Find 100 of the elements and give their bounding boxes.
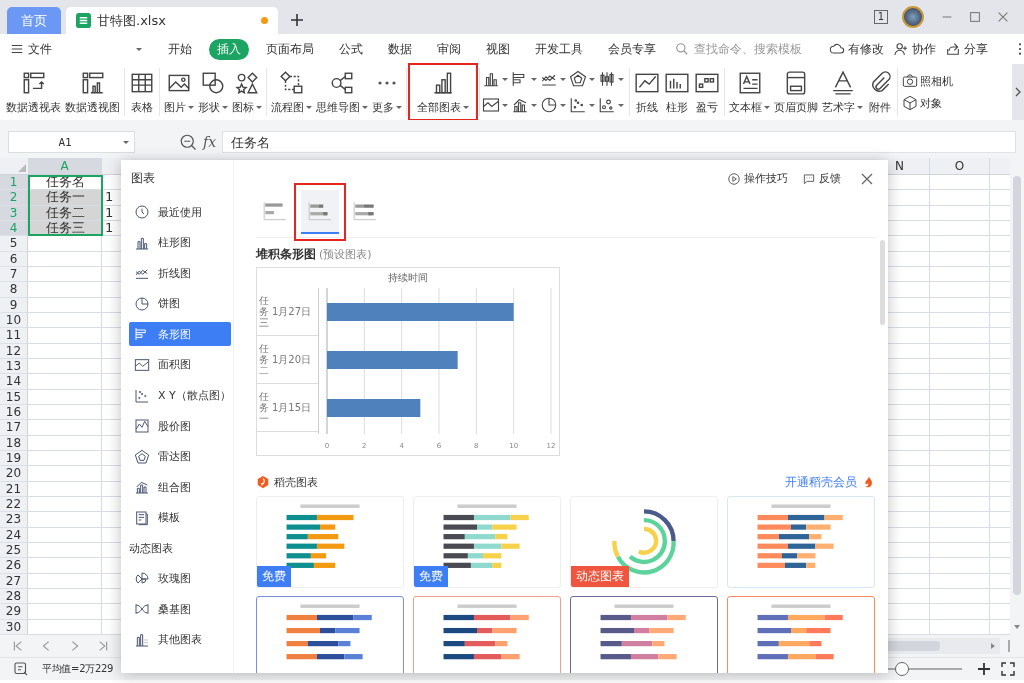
row-header[interactable]: 5 xyxy=(0,236,28,252)
search-field[interactable]: 查找命令、搜索模板 xyxy=(675,41,820,57)
template-chart-icon xyxy=(134,509,150,526)
ribbon-tab[interactable]: 审阅 xyxy=(429,38,469,60)
chart-category[interactable]: 雷达图 xyxy=(129,444,231,469)
ribbon-button[interactable]: 数据透视图 xyxy=(63,64,122,120)
category-group-label: 任务二 xyxy=(259,343,269,376)
row-header[interactable]: 29 xyxy=(0,604,28,620)
combo-chart-icon xyxy=(511,96,529,114)
ribbon-button[interactable]: 照相机 xyxy=(902,73,953,89)
split-handle[interactable] xyxy=(1008,640,1010,652)
ribbon-button[interactable]: 折线 xyxy=(632,64,662,120)
table-cell-text: 1 xyxy=(104,190,115,205)
ribbon-button[interactable]: 柱形 xyxy=(662,64,692,120)
ribbon-button[interactable]: 盈亏 xyxy=(692,64,722,120)
template-badge: 免费 xyxy=(257,566,291,587)
ribbon-button[interactable]: 图片 xyxy=(162,64,196,120)
toolbar-action[interactable]: 协作 xyxy=(893,40,936,58)
chart-category[interactable]: 柱形图 xyxy=(129,230,231,255)
chart-category[interactable]: 股价图 xyxy=(129,414,231,439)
dialog-scrollbar[interactable] xyxy=(880,240,885,325)
chart-category[interactable]: 条形图 xyxy=(129,322,231,347)
chart-category[interactable]: 面积图 xyxy=(129,352,231,377)
close-icon[interactable] xyxy=(996,10,1010,24)
preview-title: 堆积条形图 xyxy=(256,246,316,263)
ribbon-button[interactable]: 更多 xyxy=(370,64,404,120)
dialog-link[interactable]: 操作技巧 xyxy=(727,171,788,186)
chat-icon xyxy=(802,171,816,186)
avatar[interactable] xyxy=(902,6,924,28)
ribbon-tab[interactable]: 会员专享 xyxy=(600,38,664,60)
scatter-chart-icon xyxy=(134,387,150,404)
ribbon-button[interactable]: 形状 xyxy=(196,64,230,120)
rose-icon xyxy=(134,570,150,587)
chart-category[interactable]: 饼图 xyxy=(129,291,231,316)
area-chart-icon xyxy=(134,356,150,373)
new-tab-icon[interactable] xyxy=(289,12,305,28)
template-card[interactable] xyxy=(256,596,404,673)
template-badge: 免费 xyxy=(414,566,448,587)
template-card[interactable] xyxy=(413,596,561,673)
macro-icon[interactable] xyxy=(12,660,30,678)
zoom-in-icon[interactable] xyxy=(976,661,992,677)
ribbon-button[interactable]: 附件 xyxy=(865,64,895,120)
file-menu[interactable]: 文件 xyxy=(10,40,52,58)
membership-link[interactable]: 开通稻壳会员 xyxy=(785,473,857,491)
table-cell-text: 1 xyxy=(104,221,115,236)
ribbon-tab[interactable]: 公式 xyxy=(331,38,371,60)
ribbon-tab[interactable]: 数据 xyxy=(380,38,420,60)
template-card[interactable] xyxy=(727,596,875,673)
ribbon-button[interactable]: 思维导图 xyxy=(314,64,370,120)
row-header[interactable]: 17 xyxy=(0,420,28,436)
fullscreen-icon[interactable] xyxy=(1000,661,1016,677)
formula-field[interactable]: 任务名 xyxy=(222,131,1016,153)
menu-icon xyxy=(10,42,24,56)
ribbon-button[interactable]: 表格 xyxy=(127,64,157,120)
row-header[interactable]: 14 xyxy=(0,374,28,390)
cell-reference-field[interactable]: A1 xyxy=(8,131,135,153)
chart-category[interactable]: 最近使用 xyxy=(129,200,231,224)
column-header[interactable]: O xyxy=(930,158,990,174)
ribbon-button[interactable]: 对象 xyxy=(902,95,953,111)
ribbon-button[interactable]: 数据透视表 xyxy=(4,64,63,120)
chart-category[interactable]: 玫瑰图 xyxy=(129,566,231,591)
row-header[interactable]: 8 xyxy=(0,282,28,298)
category-label: 1月15日 xyxy=(272,400,312,415)
close-icon[interactable] xyxy=(859,171,875,187)
toolbar-action[interactable]: 有修改 xyxy=(829,40,884,58)
shape-set-icon xyxy=(234,69,260,96)
chart-category[interactable]: 其他图表 xyxy=(129,627,231,652)
chart-category[interactable]: 模板 xyxy=(129,505,231,530)
caret-icon[interactable] xyxy=(136,47,142,51)
chart-category[interactable]: 桑基图 xyxy=(129,597,231,622)
maximize-icon[interactable] xyxy=(968,10,982,24)
ribbon-tab[interactable]: 视图 xyxy=(478,38,518,60)
radar-chart-icon xyxy=(134,448,150,465)
template-card[interactable]: 免费 xyxy=(413,496,561,588)
row-header[interactable]: 26 xyxy=(0,558,28,574)
chart-category[interactable]: 组合图 xyxy=(129,475,231,500)
row-header[interactable]: 23 xyxy=(0,512,28,528)
template-card[interactable]: 免费 xyxy=(256,496,404,588)
ribbon-tab[interactable]: 页面布局 xyxy=(258,38,322,60)
ribbon-button[interactable]: 图标 xyxy=(230,64,264,120)
zoom-icon[interactable] xyxy=(179,133,197,151)
ribbon-tab[interactable]: 开发工具 xyxy=(527,38,591,60)
function-label[interactable]: fx xyxy=(203,134,217,150)
ribbon-button[interactable]: 页眉页脚 xyxy=(772,64,820,120)
ribbon-button[interactable]: 文本框 xyxy=(727,64,772,120)
toolbar-action[interactable]: 分享 xyxy=(945,40,988,58)
row-header[interactable]: 20 xyxy=(0,466,28,482)
ribbon-button[interactable]: 艺术字 xyxy=(820,64,865,120)
slider-thumb[interactable] xyxy=(895,662,909,676)
template-card[interactable] xyxy=(570,596,718,673)
chart-category[interactable]: 折线图 xyxy=(129,261,231,286)
chart-category[interactable]: X Y（散点图） xyxy=(129,383,231,408)
dialog-link[interactable]: 反馈 xyxy=(802,171,841,186)
ribbon-tab[interactable]: 开始 xyxy=(160,38,200,60)
window-count[interactable]: 1 xyxy=(873,10,888,24)
ribbon-button[interactable]: 流程图 xyxy=(269,64,314,120)
bar-chart-thumbnail-icon xyxy=(307,201,333,221)
row-header[interactable]: 11 xyxy=(0,328,28,344)
ribbon-button[interactable]: 全部图表 xyxy=(409,64,477,120)
document-tab[interactable]: 甘特图.xlsx xyxy=(66,7,278,34)
